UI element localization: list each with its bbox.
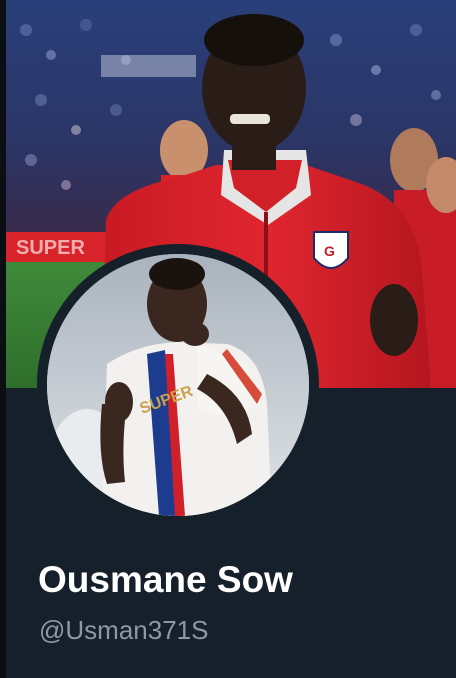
profile-card: SUPER G SUPER Ousmane Sow @Usman371S — [0, 0, 456, 678]
svg-text:G: G — [324, 243, 335, 259]
avatar[interactable]: SUPER — [47, 254, 309, 516]
profile-handle: @Usman371S — [39, 615, 209, 645]
profile-display-name: Ousmane Sow — [38, 559, 293, 600]
stadium-board-text: SUPER — [16, 237, 85, 259]
